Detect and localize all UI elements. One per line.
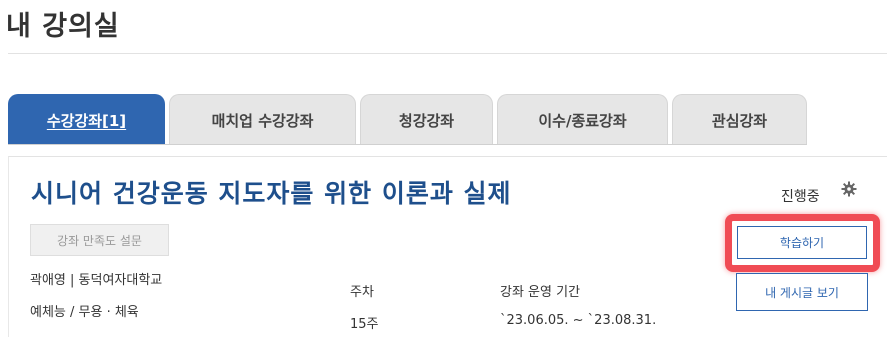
survey-button[interactable]: 강좌 만족도 설문 bbox=[30, 224, 169, 256]
period-label: 강좌 운영 기간 bbox=[500, 285, 581, 300]
tab-enrolled[interactable]: 수강강좌[1] bbox=[8, 94, 165, 145]
tab-enrolled-label: 수강강좌[1] bbox=[46, 111, 127, 130]
tab-interest-label: 관심강좌 bbox=[711, 111, 768, 130]
gear-icon[interactable] bbox=[841, 181, 857, 197]
page-title: 내 강의실 bbox=[6, 11, 120, 42]
tab-matchup-label: 매치업 수강강좌 bbox=[211, 111, 314, 130]
study-button[interactable]: 학습하기 bbox=[737, 226, 867, 259]
course-category: 예체능 / 무용 · 체육 bbox=[30, 305, 139, 320]
tab-completed[interactable]: 이수/종료강좌 bbox=[497, 94, 668, 145]
period-value: `23.06.05. ~ `23.08.31. bbox=[500, 313, 657, 328]
weeks-label: 주차 bbox=[350, 285, 374, 300]
tabs-baseline bbox=[8, 144, 807, 145]
course-status: 진행중 bbox=[781, 189, 820, 205]
weeks-value: 15주 bbox=[350, 317, 379, 332]
tab-completed-label: 이수/종료강좌 bbox=[538, 111, 627, 130]
title-divider bbox=[8, 53, 887, 54]
my-posts-button[interactable]: 내 게시글 보기 bbox=[736, 273, 868, 311]
instructor-info: 곽애영 | 동덕여자대학교 bbox=[30, 273, 163, 288]
tab-matchup[interactable]: 매치업 수강강좌 bbox=[169, 94, 356, 145]
tab-audit[interactable]: 청강강좌 bbox=[360, 94, 493, 145]
tab-interest[interactable]: 관심강좌 bbox=[672, 94, 807, 145]
course-title[interactable]: 시니어 건강운동 지도자를 위한 이론과 실제 bbox=[31, 174, 512, 210]
tab-audit-label: 청강강좌 bbox=[398, 111, 455, 130]
